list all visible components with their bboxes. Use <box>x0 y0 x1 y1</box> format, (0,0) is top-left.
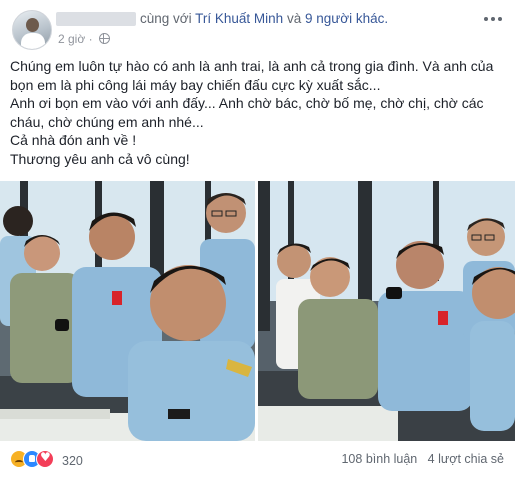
message-line: cháu, chờ chúng em anh nhé... <box>10 113 204 130</box>
post-title-line: cùng với Trí Khuất Minh và 9 người khác. <box>140 11 388 26</box>
tagged-person-link[interactable]: Trí Khuất Minh <box>195 11 283 26</box>
post-header: cùng với Trí Khuất Minh và 9 người khác.… <box>10 8 510 54</box>
shares-count-link[interactable]: 4 lượt chia sẻ <box>428 452 504 466</box>
post-message: Chúng em luôn tự hào có anh là anh trai,… <box>10 57 510 168</box>
message-line: Anh ơi bọn em vào với anh đấy... Anh chờ… <box>10 95 484 111</box>
post-footer: 320 108 bình luận 4 lượt chia sẻ <box>10 448 506 472</box>
post-meta: 2 giờ · <box>58 32 110 46</box>
love-reaction-icon <box>36 450 54 468</box>
photo-grid <box>0 181 515 441</box>
photo-control-tower-1[interactable] <box>0 181 255 441</box>
facebook-post: cùng với Trí Khuất Minh và 9 người khác.… <box>0 0 515 482</box>
with-text: cùng với <box>140 11 192 26</box>
photo-control-tower-2[interactable] <box>258 181 515 441</box>
and-text: và <box>286 11 302 26</box>
timestamp-link[interactable]: 2 giờ <box>58 32 85 46</box>
post-stats: 108 bình luận 4 lượt chia sẻ <box>341 452 504 466</box>
globe-icon <box>98 33 110 44</box>
reaction-count[interactable]: 320 <box>62 454 83 468</box>
author-name-redacted[interactable] <box>56 12 136 26</box>
message-line: bọn em là phi công lái máy bay chiến đấu… <box>10 76 381 93</box>
author-avatar[interactable] <box>12 10 52 50</box>
message-line: Cả nhà đón anh về ! <box>10 132 137 148</box>
more-options-button[interactable] <box>484 12 504 26</box>
more-options-icon <box>484 17 488 21</box>
comments-count-link[interactable]: 108 bình luận <box>341 452 417 466</box>
message-line: Thương yêu anh cả vô cùng! <box>10 150 190 167</box>
message-line: Chúng em luôn tự hào có anh là anh trai,… <box>10 58 494 74</box>
others-link[interactable]: 9 người khác. <box>305 11 388 26</box>
separator: · <box>88 32 93 46</box>
